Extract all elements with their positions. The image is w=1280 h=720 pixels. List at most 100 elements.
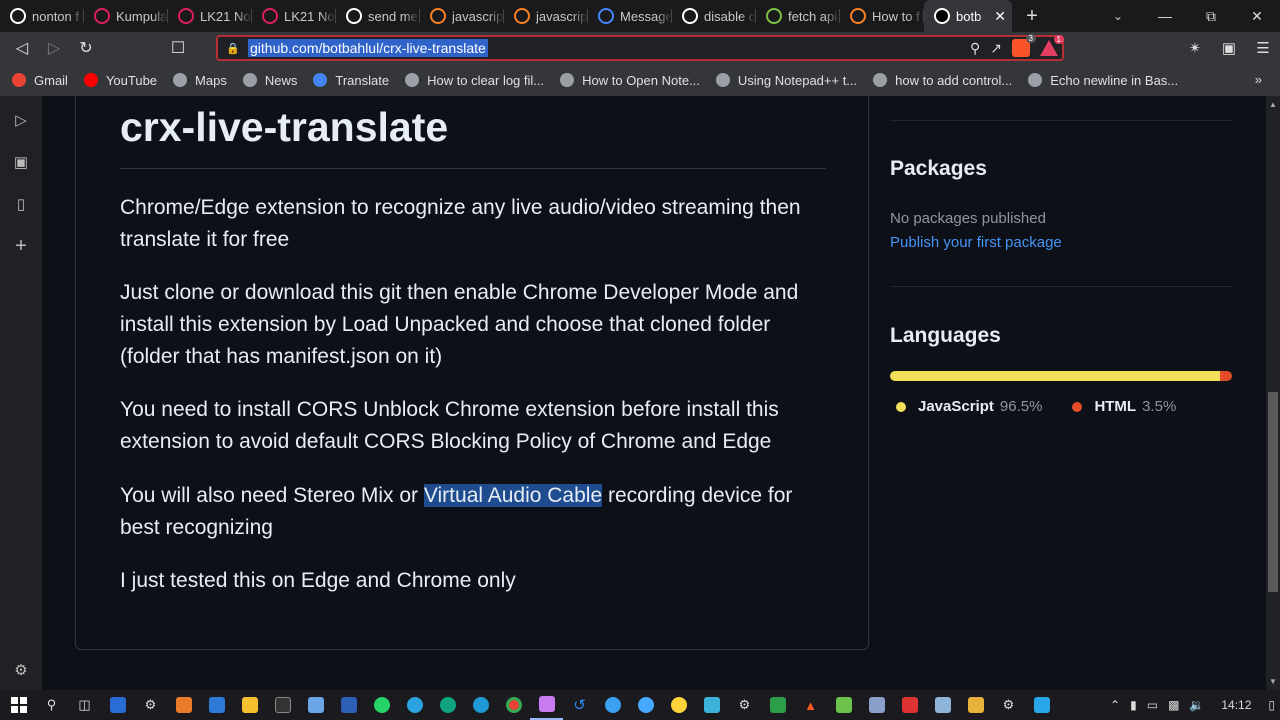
app-icon-pc[interactable] (926, 690, 959, 720)
notifications-icon[interactable]: ▯ (1263, 698, 1280, 712)
usb-icon[interactable]: ▮ (1125, 698, 1142, 712)
selected-text[interactable]: Virtual Audio Cable (423, 484, 603, 507)
tab-title: botb (956, 8, 982, 24)
chatgpt-icon[interactable] (431, 690, 464, 720)
bookmark-item[interactable]: News (242, 72, 298, 88)
bookmark-item[interactable]: Gmail (12, 73, 68, 88)
scrollbar[interactable]: ▲ ▼ (1266, 96, 1280, 690)
tab[interactable]: nonton f (0, 0, 84, 32)
bookmark-label: News (264, 72, 298, 88)
brave-browser-icon[interactable] (530, 690, 563, 720)
video-icon[interactable]: ▷ (11, 110, 31, 130)
app-icon-yellow[interactable] (662, 690, 695, 720)
address-bar[interactable]: 🔒 github.com/botbahlul/crx-live-translat… (216, 34, 1064, 61)
terminal-icon[interactable] (266, 690, 299, 720)
lock-icon[interactable]: 🔒 (218, 42, 248, 55)
tray-chevron-icon[interactable]: ⌃ (1105, 698, 1125, 712)
vscode-icon[interactable] (1025, 690, 1058, 720)
tab[interactable]: javascrip (420, 0, 504, 32)
tab[interactable]: fetch api (756, 0, 840, 32)
edge-icon[interactable] (464, 690, 497, 720)
task-view-icon[interactable]: ◫ (68, 690, 101, 720)
tab[interactable]: disable c (672, 0, 756, 32)
tab[interactable]: How to f (840, 0, 924, 32)
wallet-side-icon[interactable]: ▣ (11, 152, 31, 172)
tab[interactable]: LK21 No (252, 0, 336, 32)
notepad-icon[interactable] (299, 690, 332, 720)
app-icon-blue-1[interactable] (596, 690, 629, 720)
brave-shields-icon[interactable]: 3 (1012, 34, 1036, 57)
bookmark-item[interactable]: Echo newline in Bas... (1028, 73, 1178, 88)
app-icon-green[interactable] (761, 690, 794, 720)
reading-list-icon[interactable]: ▯ (11, 194, 31, 214)
language-percent: 96.5% (999, 398, 1043, 415)
add-panel-icon[interactable]: + (11, 235, 31, 257)
loading-app-icon[interactable]: ↺ (563, 690, 596, 720)
menu-icon[interactable]: ☰ (1246, 32, 1280, 64)
scroll-up-icon[interactable]: ▲ (1268, 100, 1278, 109)
system-tray: ⌃ ▮ ▭ ▩ 🔉 14:12 ▯ (1105, 690, 1280, 720)
app-icon-gears[interactable]: ⚙ (728, 690, 761, 720)
tab-active[interactable]: botb ✕ (924, 0, 1012, 32)
tab[interactable]: send me (336, 0, 420, 32)
publish-package-link[interactable]: Publish your first package (890, 234, 1062, 251)
app-icon-blue-2[interactable] (629, 690, 662, 720)
brave-rewards-icon[interactable]: 1 (1040, 35, 1064, 56)
scroll-down-icon[interactable]: ▼ (1268, 677, 1278, 686)
app-icon-cube[interactable] (695, 690, 728, 720)
bookmark-item[interactable]: YouTube (83, 73, 157, 88)
close-window-icon[interactable]: ✕ (1234, 0, 1280, 32)
share-icon[interactable]: ↗ (990, 40, 1002, 57)
mail-app-icon[interactable] (200, 690, 233, 720)
tab[interactable]: Kumpula (84, 0, 168, 32)
language-name[interactable]: HTML (1094, 398, 1136, 415)
settings-app-icon[interactable]: ⚙ (134, 690, 167, 720)
minimize-icon[interactable]: — (1142, 0, 1188, 32)
bookmark-item[interactable]: Translate (313, 73, 389, 88)
bookmark-item[interactable]: how to add control... (873, 73, 1012, 88)
shield-app-icon[interactable] (101, 690, 134, 720)
tab[interactable]: Message (588, 0, 672, 32)
windows-start-icon[interactable] (2, 690, 35, 720)
back-icon[interactable]: ◁ (6, 32, 38, 64)
bookmarks-overflow-icon[interactable]: » (1255, 72, 1262, 87)
whatsapp-icon[interactable] (365, 690, 398, 720)
bookmark-item[interactable]: Using Notepad++ t... (715, 73, 857, 88)
app-icon-gear-white[interactable]: ⚙ (992, 690, 1025, 720)
bookmark-item[interactable]: How to clear log fil... (405, 73, 544, 88)
bookmark-item[interactable]: How to Open Note... (560, 73, 700, 88)
tab-search-chevron-icon[interactable]: ⌄ (1106, 0, 1130, 32)
bookmark-icon[interactable]: ☐ (162, 32, 194, 64)
extensions-puzzle-icon[interactable]: ✴ (1178, 32, 1212, 64)
app-icon-wand[interactable] (827, 690, 860, 720)
powershell-icon[interactable] (332, 690, 365, 720)
zoom-icon[interactable]: ⚲ (970, 40, 980, 57)
language-color-dot (896, 401, 906, 412)
url-text[interactable]: github.com/botbahlul/crx-live-translate (248, 39, 488, 57)
paint-app-icon[interactable] (167, 690, 200, 720)
app-icon-folder[interactable] (959, 690, 992, 720)
scrollbar-thumb[interactable] (1268, 392, 1278, 592)
app-icon-network[interactable] (860, 690, 893, 720)
file-explorer-icon[interactable] (233, 690, 266, 720)
volume-icon[interactable]: 🔉 (1184, 698, 1209, 712)
clock[interactable]: 14:12 (1209, 698, 1263, 712)
battery-icon[interactable]: ▭ (1142, 698, 1163, 712)
chrome-icon[interactable] (497, 690, 530, 720)
language-name[interactable]: JavaScript (918, 398, 994, 415)
reload-icon[interactable]: ↻ (70, 32, 102, 64)
close-tab-icon[interactable]: ✕ (994, 8, 1006, 25)
wallet-icon[interactable]: ▣ (1212, 32, 1246, 64)
new-tab-button[interactable]: + (1012, 5, 1052, 28)
search-icon[interactable]: ⚲ (35, 690, 68, 720)
telegram-icon[interactable] (398, 690, 431, 720)
forward-icon[interactable]: ▷ (38, 32, 70, 64)
tab[interactable]: javascrip (504, 0, 588, 32)
network-icon[interactable]: ▩ (1163, 698, 1184, 712)
bookmark-item[interactable]: Maps (173, 73, 227, 88)
tab[interactable]: LK21 No (168, 0, 252, 32)
app-icon-flame[interactable]: ▲ (794, 690, 827, 720)
app-icon-red[interactable] (893, 690, 926, 720)
settings-gear-icon[interactable]: ⚙ (11, 660, 31, 680)
restore-icon[interactable]: ⧉ (1188, 0, 1234, 32)
